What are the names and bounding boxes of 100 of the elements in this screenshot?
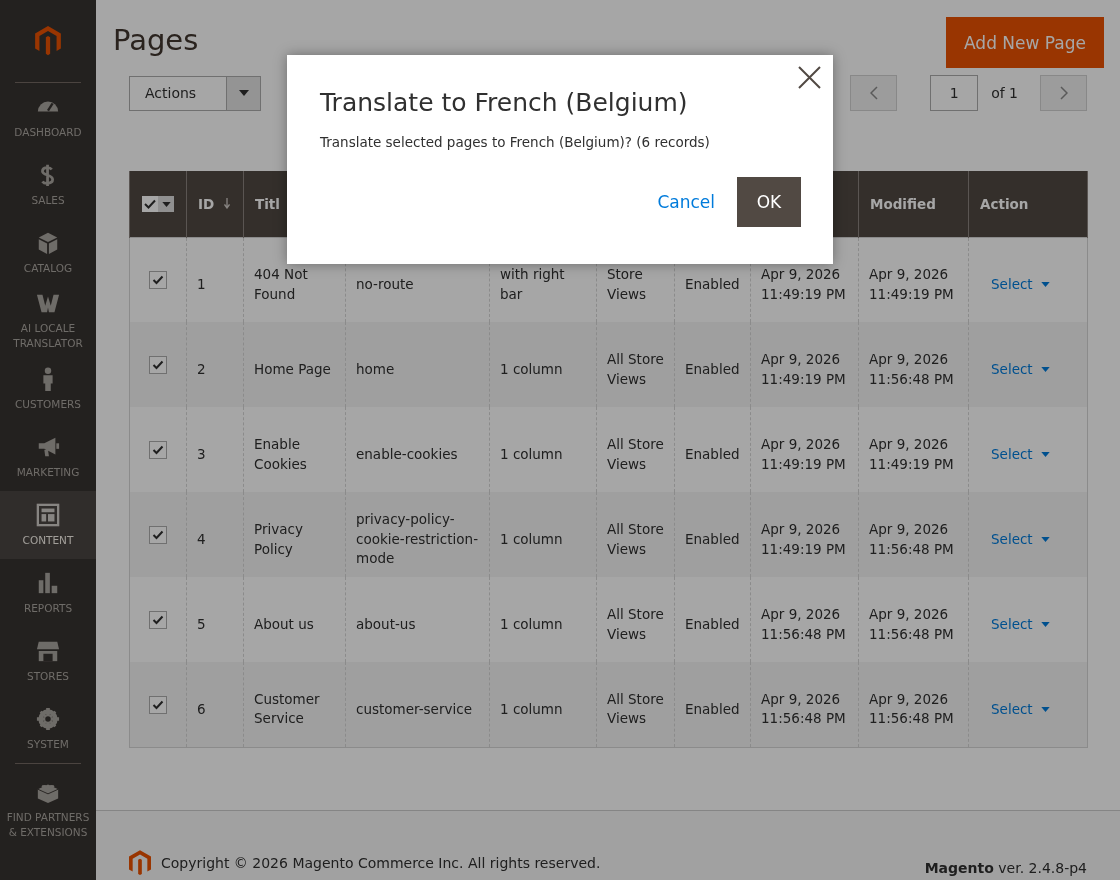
table-cell: All Store Views [607, 521, 664, 557]
table-cell: 5 [197, 615, 206, 632]
table-cell: Enabled [685, 700, 740, 717]
sort-arrow-icon [224, 198, 231, 210]
table-cell: 2 [197, 360, 206, 377]
close-button[interactable] [797, 65, 822, 90]
modal-message: Translate selected pages to French (Belgium)? (6 records) [320, 134, 711, 150]
sidebar-item[interactable]: CUSTOMERS [0, 355, 96, 423]
table-cell: 1 column [500, 700, 563, 717]
table-cell: About us [254, 615, 314, 632]
table-cell: home [356, 360, 395, 377]
sidebar-item[interactable]: STORES [0, 627, 96, 695]
table-cell: Enabled [685, 445, 740, 462]
table-cell: enable-cookies [356, 445, 458, 462]
table-cell: All Store Views [607, 351, 664, 387]
table-cell: 1 column [500, 615, 563, 632]
row-checkbox[interactable] [149, 271, 167, 289]
table-cell: Customer Service [254, 690, 320, 727]
table-cell: Enable Cookies [254, 436, 307, 472]
table-cell: 3 [197, 445, 206, 462]
actions-dropdown[interactable]: Actions [129, 75, 261, 111]
table-cell: Apr 9, 2026 11:56:48 PM [869, 690, 954, 727]
select-action-link[interactable]: Select [991, 275, 1050, 295]
sidebar-item[interactable]: FIND PARTNERS & EXTENSIONS [0, 763, 96, 853]
page-title: Pages [113, 23, 199, 57]
table-cell: Enabled [685, 276, 740, 292]
table-cell: Apr 9, 2026 11:56:48 PM [869, 351, 954, 387]
row-checkbox[interactable] [149, 525, 167, 544]
sidebar-item[interactable]: REPORTS [0, 559, 96, 627]
bar-chart-icon [36, 570, 60, 595]
column-header[interactable]: Action [980, 195, 1029, 212]
chevron-left-icon [869, 86, 878, 100]
row-checkbox[interactable] [149, 440, 167, 459]
table-cell: 6 [197, 700, 206, 717]
magento-logo-icon [35, 26, 61, 56]
caret-icon [1040, 537, 1050, 542]
package-icon [36, 230, 60, 255]
sidebar-item[interactable]: SYSTEM [0, 695, 96, 763]
table-cell: Enabled [685, 360, 740, 377]
select-action-link[interactable]: Select [991, 444, 1050, 465]
table-cell: Apr 9, 2026 11:49:19 PM [869, 436, 954, 472]
table-cell: 404 Not Found [254, 266, 308, 302]
modal-title: Translate to French (Belgium) [320, 88, 689, 117]
cancel-button[interactable]: Cancel [657, 188, 715, 216]
table-cell: Privacy Policy [254, 521, 303, 557]
caret-icon [1040, 282, 1050, 288]
page-number-field[interactable]: 1 [930, 75, 979, 111]
table-cell: 1 [197, 276, 206, 292]
table-cell: Apr 9, 2026 11:56:48 PM [761, 606, 846, 642]
ok-button[interactable]: OK [737, 177, 801, 227]
sidebar-item[interactable]: MARKETING [0, 423, 96, 491]
caret-icon [161, 201, 171, 207]
table-cell: with right bar [500, 266, 565, 302]
caret-icon [238, 90, 249, 96]
page-total: of 1 [991, 85, 1018, 101]
column-header[interactable]: Titl [255, 195, 280, 212]
table-cell: Apr 9, 2026 11:56:48 PM [869, 521, 954, 557]
table-cell: 1 column [500, 530, 563, 547]
select-action-link[interactable]: Select [991, 359, 1050, 380]
select-action-link[interactable]: Select [991, 529, 1050, 550]
table-cell: no-route [356, 276, 414, 292]
caret-icon [1040, 452, 1050, 457]
table-cell: Apr 9, 2026 11:56:48 PM [869, 606, 954, 642]
caret-icon [1040, 622, 1050, 627]
column-header[interactable]: ID [198, 195, 215, 212]
chevron-right-icon [1059, 86, 1068, 100]
table-cell: All Store Views [607, 690, 664, 727]
page-layout-icon [36, 502, 60, 527]
table-cell: Apr 9, 2026 11:49:19 PM [761, 351, 846, 387]
table-cell: Store Views [607, 266, 647, 302]
magento-logo-icon [129, 850, 151, 876]
table-cell: 1 column [500, 360, 563, 377]
sidebar-item[interactable]: CATALOG [0, 219, 96, 287]
table-cell: 1 column [500, 445, 563, 462]
table-cell: All Store Views [607, 606, 664, 642]
select-action-link[interactable]: Select [991, 614, 1050, 635]
add-new-page-button[interactable]: Add New Page [946, 17, 1104, 68]
table-cell: 4 [197, 530, 206, 547]
select-action-link[interactable]: Select [991, 699, 1050, 719]
caret-icon [1040, 706, 1050, 712]
row-checkbox[interactable] [149, 695, 167, 714]
close-icon [797, 65, 822, 90]
table-cell: Apr 9, 2026 11:49:19 PM [761, 521, 846, 557]
table-cell: customer-service [356, 700, 472, 717]
table-cell: Apr 9, 2026 11:49:19 PM [869, 266, 954, 302]
table-cell: about-us [356, 615, 416, 632]
table-cell: All Store Views [607, 436, 664, 472]
table-cell: Enabled [685, 615, 740, 632]
copyright-text: Copyright © 2026 Magento Commerce Inc. All rights reserved. [161, 855, 601, 871]
mass-select-control[interactable] [142, 196, 174, 213]
row-checkbox[interactable] [149, 610, 167, 629]
table-cell: Enabled [685, 530, 740, 547]
checkmark-icon [144, 199, 156, 210]
sidebar-item[interactable]: CONTENT [0, 491, 96, 559]
row-checkbox[interactable] [149, 355, 167, 374]
sidebar-item[interactable]: AI LOCALE TRANSLATOR [0, 287, 96, 355]
table-cell: Apr 9, 2026 11:56:48 PM [761, 690, 846, 727]
sidebar-item[interactable]: SALES [0, 151, 96, 219]
sidebar-item[interactable]: DASHBOARD [0, 83, 96, 151]
column-header[interactable]: Modified [870, 195, 936, 212]
